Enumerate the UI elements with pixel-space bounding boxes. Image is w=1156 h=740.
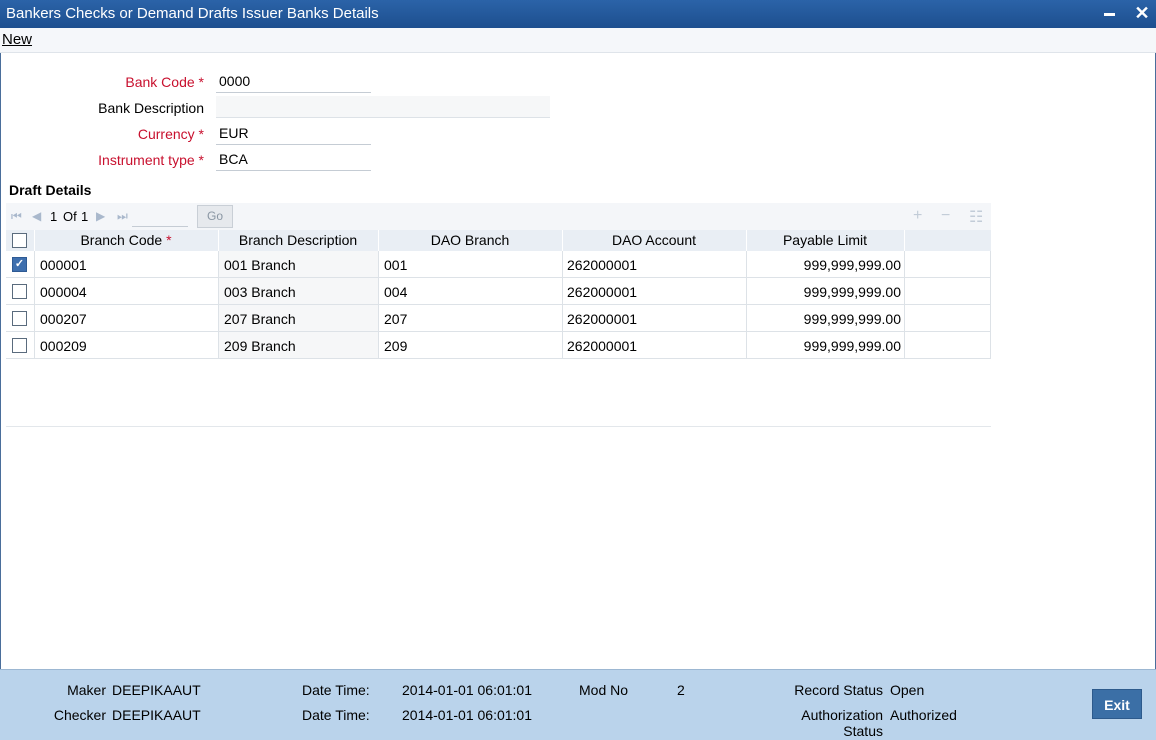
new-link[interactable]: New xyxy=(2,31,32,48)
go-button[interactable]: Go xyxy=(197,205,233,228)
dao-branch-cell[interactable]: 207 xyxy=(384,305,407,332)
row-checkbox[interactable] xyxy=(12,311,27,326)
dao-branch-cell[interactable]: 004 xyxy=(384,278,407,305)
dao-account-cell[interactable]: 262000001 xyxy=(567,251,637,278)
page-number-input[interactable] xyxy=(132,206,188,227)
bank-code-label-text: Bank Code xyxy=(125,74,195,90)
minimize-icon[interactable] xyxy=(1104,13,1115,16)
checker-date-time-value: 2014-01-01 06:01:01 xyxy=(402,707,532,723)
grid-header: Branch Code * Branch Description DAO Bra… xyxy=(6,230,991,251)
payable-limit-cell[interactable]: 999,999,999.00 xyxy=(746,251,901,278)
page-of-label: Of xyxy=(63,209,77,224)
checker-value: DEEPIKAAUT xyxy=(112,707,201,723)
row-checkbox[interactable]: ✓ xyxy=(12,257,27,272)
required-marker: * xyxy=(198,152,204,168)
grid-pager: ⏮ ◀ 1 Of 1 ▶ ⏭ Go + − ☷ xyxy=(6,203,991,230)
currency-label: Currency * xyxy=(4,126,204,142)
authorization-status-label-line2: Status xyxy=(843,723,883,739)
bank-description-label: Bank Description xyxy=(98,100,204,116)
column-branch-code-label: Branch Code xyxy=(80,232,163,248)
branch-description-cell: 207 Branch xyxy=(224,311,296,327)
draft-details-title: Draft Details xyxy=(9,182,92,198)
maker-value: DEEPIKAAUT xyxy=(112,682,201,698)
dao-account-cell[interactable]: 262000001 xyxy=(567,332,637,359)
mod-no-label: Mod No xyxy=(579,682,629,698)
table-row[interactable]: 000207 207 Branch 207 262000001 999,999,… xyxy=(6,305,991,332)
last-page-icon[interactable]: ⏭ xyxy=(117,209,128,224)
authorization-status-value: Authorized xyxy=(890,707,957,723)
required-marker: * xyxy=(198,74,204,90)
authorization-status-label-line1: Authorization xyxy=(801,707,883,723)
instrument-type-input[interactable]: BCA xyxy=(216,149,371,171)
current-page: 1 xyxy=(50,209,58,224)
bank-description-input[interactable] xyxy=(216,96,550,118)
maker-date-time-label: Date Time: xyxy=(302,682,370,698)
bank-code-input[interactable]: 0000 xyxy=(216,71,371,93)
branch-description-cell: 001 Branch xyxy=(224,257,296,273)
currency-input[interactable]: EUR xyxy=(216,123,371,145)
checker-date-time-label: Date Time: xyxy=(302,707,370,723)
select-all-checkbox[interactable] xyxy=(12,233,27,248)
dao-branch-cell[interactable]: 209 xyxy=(384,332,407,359)
column-dao-branch[interactable]: DAO Branch xyxy=(378,232,562,248)
next-page-icon[interactable]: ▶ xyxy=(96,209,105,223)
dao-account-cell[interactable]: 262000001 xyxy=(567,278,637,305)
previous-page-icon[interactable]: ◀ xyxy=(32,209,41,223)
table-row[interactable]: 000209 209 Branch 209 262000001 999,999,… xyxy=(6,332,991,359)
column-branch-code[interactable]: Branch Code * xyxy=(34,232,218,248)
dao-account-cell[interactable]: 262000001 xyxy=(567,305,637,332)
row-checkbox[interactable] xyxy=(12,338,27,353)
instrument-type-label-text: Instrument type xyxy=(98,152,195,168)
title-bar: Bankers Checks or Demand Drafts Issuer B… xyxy=(0,0,1156,28)
instrument-type-label: Instrument type * xyxy=(4,152,204,168)
dao-branch-cell[interactable]: 001 xyxy=(384,251,407,278)
view-row-icon[interactable]: ☷ xyxy=(969,207,983,227)
branch-code-cell: 000209 xyxy=(40,338,87,354)
total-pages: 1 xyxy=(81,209,89,224)
record-status-label: Record Status xyxy=(794,682,883,698)
column-branch-description[interactable]: Branch Description xyxy=(218,232,378,248)
required-marker: * xyxy=(166,232,172,248)
table-row[interactable]: ✓ 000001 001 Branch 001 262000001 999,99… xyxy=(6,251,991,278)
payable-limit-cell[interactable]: 999,999,999.00 xyxy=(746,332,901,359)
window-frame-left xyxy=(0,28,1,740)
required-marker: * xyxy=(198,126,204,142)
menu-bar: New xyxy=(0,28,1156,53)
payable-limit-cell[interactable]: 999,999,999.00 xyxy=(746,305,901,332)
branch-description-cell: 209 Branch xyxy=(224,338,296,354)
bank-code-label: Bank Code * xyxy=(4,74,204,90)
row-checkbox[interactable] xyxy=(12,284,27,299)
record-status-value: Open xyxy=(890,682,925,698)
column-dao-account[interactable]: DAO Account xyxy=(562,232,746,248)
exit-button[interactable]: Exit xyxy=(1092,689,1142,719)
mod-no-value: 2 xyxy=(677,682,685,698)
window-title: Bankers Checks or Demand Drafts Issuer B… xyxy=(6,5,379,22)
add-row-icon[interactable]: + xyxy=(913,207,922,225)
checker-label: Checker xyxy=(53,707,106,723)
draft-details-grid: ⏮ ◀ 1 Of 1 ▶ ⏭ Go + − ☷ Branch Code * Br… xyxy=(6,203,991,427)
branch-description-cell: 003 Branch xyxy=(224,284,296,300)
table-row[interactable]: 000004 003 Branch 004 262000001 999,999,… xyxy=(6,278,991,305)
close-icon[interactable]: ✕ xyxy=(1133,4,1151,22)
branch-code-cell: 000001 xyxy=(40,257,87,273)
column-payable-limit[interactable]: Payable Limit xyxy=(746,232,904,248)
currency-label-text: Currency xyxy=(137,126,195,142)
maker-label: Maker xyxy=(67,682,106,698)
audit-footer: Maker DEEPIKAAUT Checker DEEPIKAAUT Date… xyxy=(0,669,1156,740)
branch-code-cell: 000004 xyxy=(40,284,87,300)
delete-row-icon[interactable]: − xyxy=(941,207,950,225)
first-page-icon[interactable]: ⏮ xyxy=(11,209,22,224)
payable-limit-cell[interactable]: 999,999,999.00 xyxy=(746,278,901,305)
branch-code-cell: 000207 xyxy=(40,311,87,327)
maker-date-time-value: 2014-01-01 06:01:01 xyxy=(402,682,532,698)
